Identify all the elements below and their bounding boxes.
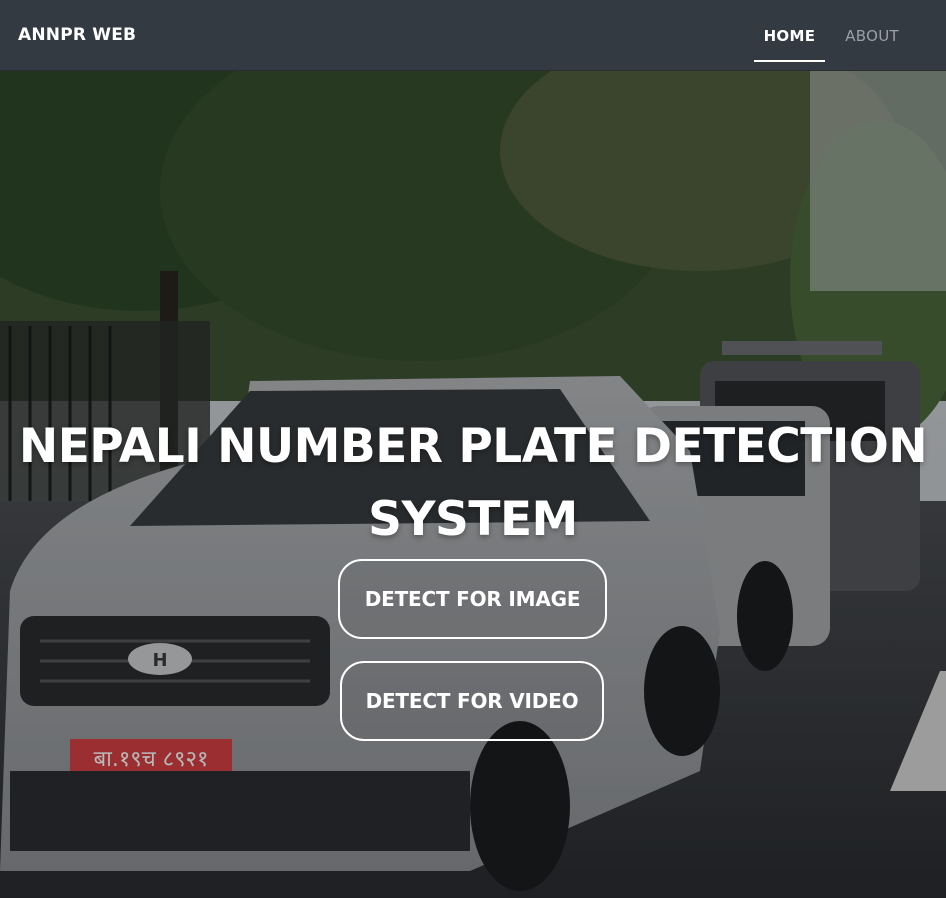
nav-link-about[interactable]: ABOUT [835, 0, 909, 71]
hero-title: NEPALI NUMBER PLATE DETECTION SYSTEM [18, 419, 928, 547]
detect-video-button[interactable]: DETECT FOR VIDEO [340, 661, 604, 741]
detect-image-button[interactable]: DETECT FOR IMAGE [338, 559, 607, 639]
nav-link-home[interactable]: HOME [753, 0, 826, 71]
nav-links: HOME ABOUT [744, 0, 909, 71]
brand-logo[interactable]: ANNPR WEB [18, 25, 136, 45]
navbar: ANNPR WEB HOME ABOUT [0, 0, 946, 71]
hero-section: H बा.१९च ८९२१ NEPALI NUMBER PLATE DETECT… [0, 71, 946, 898]
